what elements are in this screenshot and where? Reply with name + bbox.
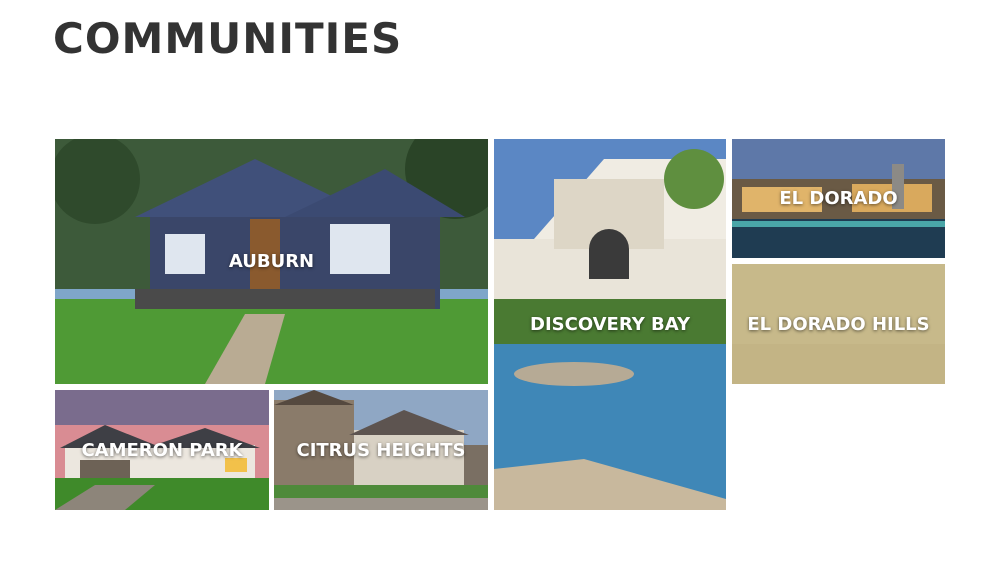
community-label: CITRUS HEIGHTS (296, 439, 466, 461)
community-tile-citrus-heights[interactable]: CITRUS HEIGHTS (274, 390, 488, 510)
community-label: EL DORADO (779, 188, 898, 209)
community-tile-cameron-park[interactable]: CAMERON PARK (55, 390, 269, 510)
community-tile-auburn[interactable]: AUBURN (55, 139, 488, 384)
community-tile-discovery-bay[interactable]: DISCOVERY BAY (494, 139, 726, 510)
community-label: EL DORADO HILLS (747, 313, 930, 335)
community-label: AUBURN (228, 251, 315, 272)
page-title: COMMUNITIES (53, 14, 403, 63)
community-label: CAMERON PARK (81, 439, 243, 461)
community-label: DISCOVERY BAY (530, 314, 690, 335)
community-tile-el-dorado-hills[interactable]: EL DORADO HILLS (732, 264, 945, 384)
community-tile-el-dorado[interactable]: EL DORADO (732, 139, 945, 258)
